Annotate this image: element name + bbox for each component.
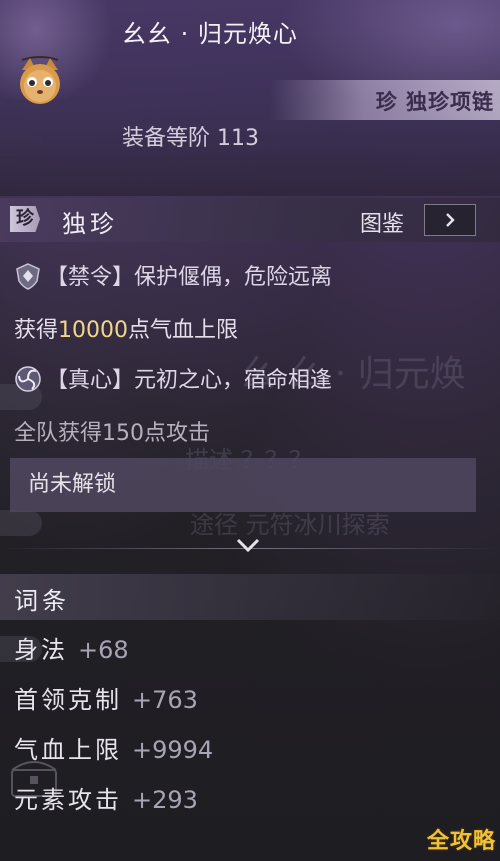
catalog-button[interactable] (424, 204, 476, 236)
stat-name: 首领克制 (14, 686, 122, 714)
item-name: 幺幺 · 归元焕心 (122, 20, 298, 48)
item-type: 珍 独珍项链 (375, 89, 494, 114)
rarity-section-header: 珍 独珍 图鉴 (0, 198, 500, 242)
effect-forbidden-title-row: 【禁令】保护偃偶，危险远离 (14, 259, 332, 291)
swirl-icon (15, 366, 41, 392)
effect-truth-title: 【真心】元初之心，宿命相逢 (46, 368, 333, 393)
chevron-down-icon[interactable] (228, 534, 268, 558)
side-tab-stub (0, 510, 42, 536)
stat-value: +763 (132, 686, 198, 714)
stats-section-header: 词条 (0, 574, 500, 620)
stats-section-title: 词条 (14, 587, 70, 615)
locked-status: 尚未解锁 (10, 458, 476, 512)
watermark-logo: 全攻略 (426, 829, 496, 854)
effect-forbidden-desc-suffix: 点气血上限 (128, 318, 239, 343)
stat-name: 身法 (14, 636, 68, 664)
item-header: 幺幺 · 归元焕心 珍 独珍项链 装备等阶 113 (0, 0, 500, 196)
stat-value: +293 (132, 786, 198, 814)
chevron-right-icon (446, 213, 455, 227)
gear-level: 装备等阶 113 (122, 126, 259, 151)
effect-forbidden-desc-value: 10000 (58, 318, 129, 343)
stat-row: 身法 +68 (14, 630, 129, 665)
effect-truth-title-row: 【真心】元初之心，宿命相逢 (14, 362, 332, 394)
stat-row: 首领克制 +763 (14, 680, 198, 715)
effect-forbidden-title: 【禁令】保护偃偶，危险远离 (46, 265, 333, 290)
catalog-label[interactable]: 图鉴 (360, 206, 404, 238)
chest-icon (11, 761, 57, 797)
stat-value: +9994 (132, 736, 214, 764)
stat-value: +68 (78, 636, 129, 664)
effect-truth-desc: 全队获得150点攻击 (14, 421, 210, 446)
rarity-badge: 珍 (10, 206, 40, 232)
shield-icon (16, 263, 40, 290)
effect-forbidden-desc-prefix: 获得 (14, 318, 59, 343)
effect-forbidden-desc: 获得10000点气血上限 (14, 312, 238, 344)
rarity-section-title: 独珍 (62, 210, 118, 238)
cat-necklace-icon (20, 56, 60, 104)
